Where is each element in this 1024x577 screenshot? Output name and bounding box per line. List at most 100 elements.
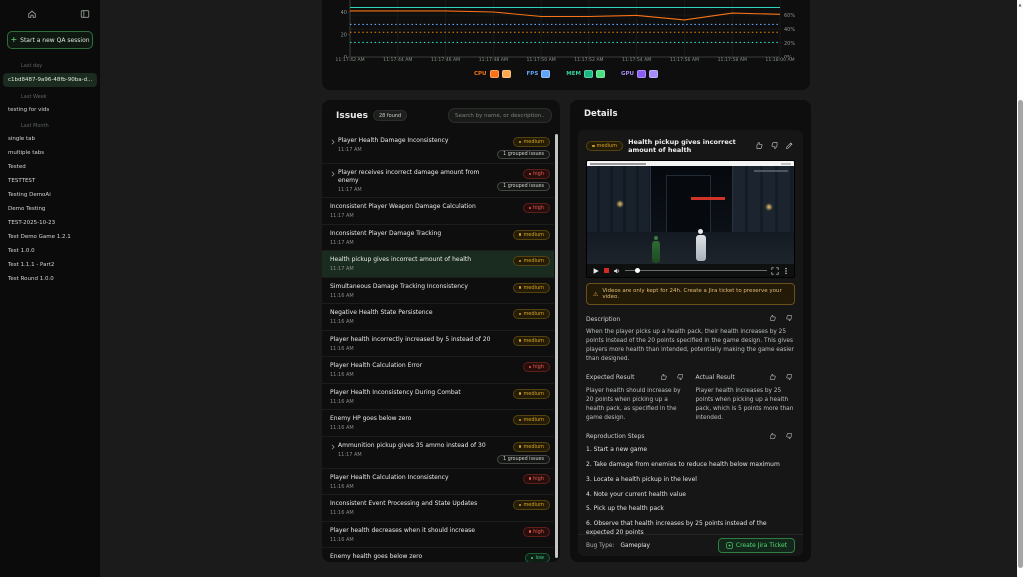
issue-row[interactable]: Player receives incorrect damage amount …: [322, 164, 554, 198]
session-item[interactable]: Test Demo Game 1.2.1: [0, 230, 100, 244]
session-item[interactable]: testing for vids: [0, 103, 100, 117]
session-item[interactable]: single tab: [0, 132, 100, 146]
legend-swatch[interactable]: [596, 70, 605, 78]
thumbs-down-icon[interactable]: [785, 314, 795, 324]
issue-row[interactable]: Inconsistent Player Weapon Damage Calcul…: [322, 198, 554, 225]
issue-row[interactable]: Player health incorrectly increased by 5…: [322, 331, 554, 358]
video-progress-bar[interactable]: [625, 270, 767, 272]
session-item[interactable]: multiple tabs: [0, 146, 100, 160]
grouped-issues-chip[interactable]: 1 grouped issues: [497, 182, 550, 191]
issue-row[interactable]: Enemy health goes below zero 11:16 AM lo…: [322, 548, 554, 562]
severity-badge: medium: [586, 141, 623, 151]
chevron-right-icon[interactable]: [330, 138, 338, 146]
chevron-right-icon[interactable]: [330, 170, 338, 178]
issue-time: 11:16 AM: [330, 484, 519, 490]
issues-panel: Issues 28 found Player Health Damage Inc…: [322, 100, 560, 562]
issue-time: 11:17 AM: [330, 240, 509, 246]
issue-main: Player Health Calculation Error 11:16 AM: [330, 362, 519, 378]
home-icon[interactable]: [27, 9, 37, 19]
issue-row[interactable]: Player Health Calculation Inconsistency …: [322, 469, 554, 496]
session-item[interactable]: Demo Testing: [0, 202, 100, 216]
issue-main: Player receives incorrect damage amount …: [338, 169, 493, 193]
thumbs-up-icon[interactable]: [660, 373, 670, 383]
session-item[interactable]: Tested: [0, 160, 100, 174]
issue-row[interactable]: Inconsistent Player Damage Tracking 11:1…: [322, 225, 554, 252]
edit-icon[interactable]: [785, 141, 795, 151]
issue-row[interactable]: Inconsistent Event Processing and State …: [322, 495, 554, 522]
thumbs-down-icon[interactable]: [770, 141, 780, 151]
warning-icon: ⚠: [593, 291, 598, 298]
issue-title: Player Health Inconsistency During Comba…: [330, 389, 509, 397]
play-icon[interactable]: [592, 267, 600, 275]
issue-video-player[interactable]: [586, 160, 795, 278]
issues-scrollbar[interactable]: [555, 134, 558, 558]
issue-row[interactable]: Negative Health State Persistence 11:16 …: [322, 304, 554, 331]
legend-swatch[interactable]: [490, 70, 499, 78]
issue-row[interactable]: Simultaneous Damage Tracking Inconsisten…: [322, 278, 554, 305]
issue-row[interactable]: Player health decreases when it should i…: [322, 522, 554, 549]
issue-side: high: [523, 203, 550, 213]
session-item[interactable]: Test Round 1.0.0: [0, 272, 100, 286]
thumbs-up-icon[interactable]: [769, 432, 779, 442]
issues-search-input[interactable]: [448, 108, 552, 123]
session-item[interactable]: TEST-2025-10-23: [0, 216, 100, 230]
svg-text:20: 20: [341, 32, 347, 38]
grouped-issues-chip[interactable]: 1 grouped issues: [497, 455, 550, 464]
sidebar-toggle-icon[interactable]: [80, 9, 90, 19]
legend-swatch[interactable]: [541, 70, 550, 78]
chart-x-tick-label: 11:17:56 AM: [662, 58, 706, 63]
chart-x-tick-label: 11:17:52 AM: [567, 58, 611, 63]
thumbs-down-icon[interactable]: [676, 373, 686, 383]
issue-side: medium 1 grouped issues: [497, 442, 550, 464]
issue-row[interactable]: Player Health Calculation Error 11:16 AM…: [322, 357, 554, 384]
severity-badge: high: [523, 362, 550, 372]
legend-swatch[interactable]: [649, 70, 658, 78]
thumbs-down-icon[interactable]: [785, 432, 795, 442]
session-item[interactable]: TESTTEST: [0, 174, 100, 188]
create-jira-ticket-button[interactable]: Create Jira Ticket: [718, 538, 795, 553]
issue-row[interactable]: Health pickup gives incorrect amount of …: [322, 251, 554, 278]
volume-icon[interactable]: [613, 267, 621, 275]
legend-swatch[interactable]: [637, 70, 646, 78]
issue-row[interactable]: Ammunition pickup gives 35 ammo instead …: [322, 437, 554, 469]
chevron-right-icon[interactable]: [330, 443, 338, 451]
legend-swatch[interactable]: [502, 70, 511, 78]
start-qa-session-button[interactable]: + Start a new QA session: [7, 31, 93, 49]
start-qa-session-label: Start a new QA session: [20, 37, 89, 44]
legend-swatch[interactable]: [584, 70, 593, 78]
thumbs-down-icon[interactable]: [785, 373, 795, 383]
legend-item-mem[interactable]: MEM: [566, 70, 605, 78]
issue-row[interactable]: Enemy HP goes below zero 11:16 AM medium: [322, 410, 554, 437]
session-section-label: Last Month: [0, 117, 100, 132]
session-item[interactable]: Testing DemoAi: [0, 188, 100, 202]
issue-side: medium: [513, 230, 550, 240]
session-item[interactable]: c1bd8487-9a96-48fb-90ba-d...: [3, 73, 97, 87]
fullscreen-icon[interactable]: [771, 267, 779, 275]
reproduction-steps-heading: Reproduction Steps: [586, 433, 769, 440]
legend-item-gpu[interactable]: GPU: [621, 70, 658, 78]
issue-detail-title: Health pickup gives incorrect amount of …: [628, 138, 750, 154]
session-item[interactable]: Test 1.1.1 - Part2: [0, 258, 100, 272]
issue-row[interactable]: Player Health Inconsistency During Comba…: [322, 384, 554, 411]
performance-chart[interactable]: 4020060%40%20%0%: [322, 0, 810, 58]
session-item[interactable]: Test 1.0.0: [0, 244, 100, 258]
legend-item-fps[interactable]: FPS: [527, 70, 551, 78]
grouped-issues-chip[interactable]: 1 grouped issues: [497, 150, 550, 159]
thumbs-up-icon[interactable]: [755, 141, 765, 151]
severity-badge: high: [523, 474, 550, 484]
chart-x-tick-label: 11:17:50 AM: [519, 58, 563, 63]
severity-badge: high: [523, 203, 550, 213]
page-scrollbar[interactable]: ▲: [1017, 0, 1024, 577]
issue-title: Player receives incorrect damage amount …: [338, 169, 493, 185]
legend-item-cpu[interactable]: CPU: [474, 70, 511, 78]
session-section-label: Last day: [0, 57, 100, 72]
issue-main: Inconsistent Player Damage Tracking 11:1…: [330, 230, 509, 246]
thumbs-up-icon[interactable]: [769, 373, 779, 383]
severity-badge: medium: [513, 283, 550, 293]
page-scrollbar-thumb[interactable]: [1018, 100, 1023, 568]
thumbs-up-icon[interactable]: [769, 314, 779, 324]
scrollbar-up-arrow-icon[interactable]: ▲: [1019, 2, 1022, 7]
issue-row[interactable]: Player Health Damage Inconsistency 11:17…: [322, 132, 554, 164]
more-options-icon[interactable]: [783, 267, 789, 275]
video-progress-knob[interactable]: [635, 268, 640, 273]
